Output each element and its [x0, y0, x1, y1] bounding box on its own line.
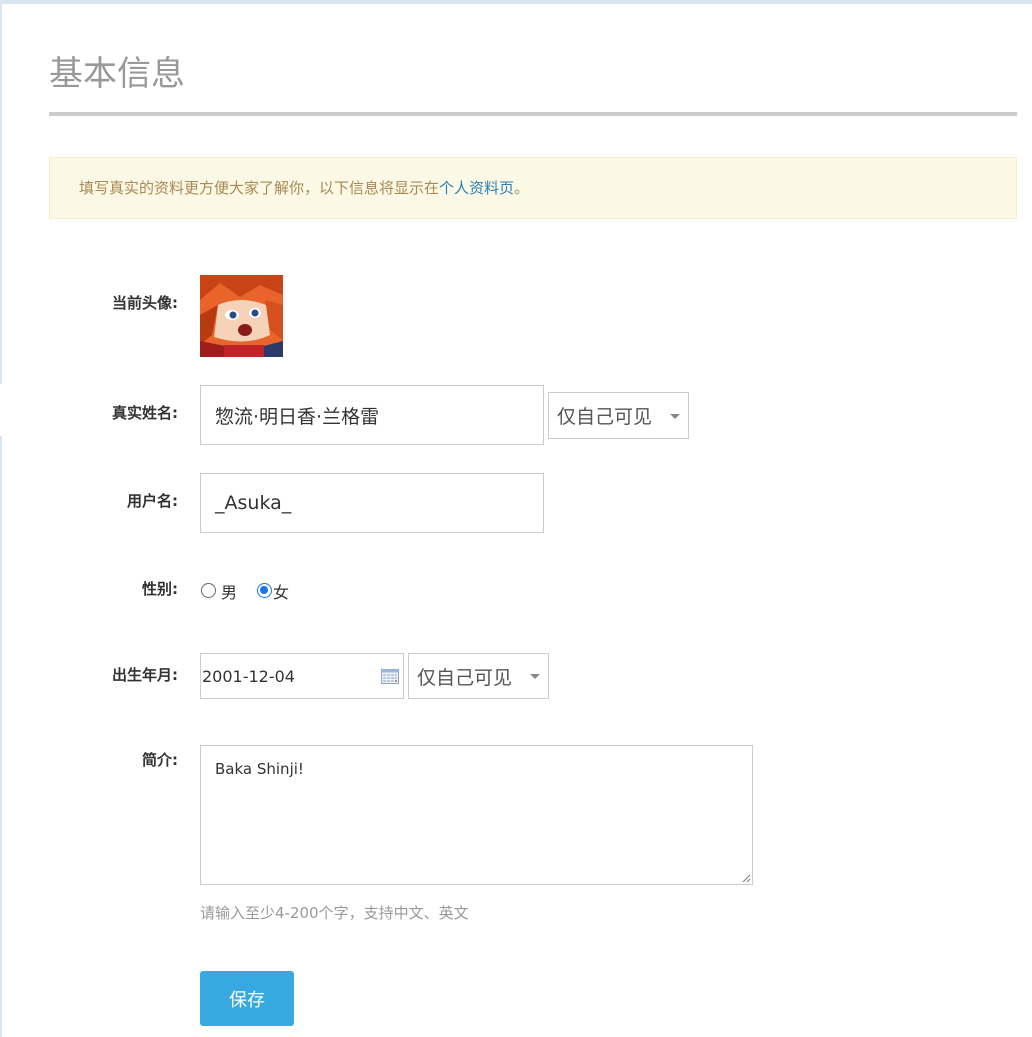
page-title: 基本信息	[49, 54, 185, 94]
birth-date-input[interactable]: 2001-12-04	[200, 653, 404, 699]
notice-banner: 填写真实的资料更方便大家了解你，以下信息将显示在个人资料页。	[49, 157, 1017, 219]
calendar-icon[interactable]	[381, 668, 399, 684]
gender-label: 性别:	[142, 580, 178, 598]
caret-down-icon	[530, 674, 540, 679]
notice-text: 填写真实的资料更方便大家了解你，以下信息将显示在	[79, 179, 440, 197]
realname-input[interactable]: 惣流·明日香·兰格雷	[200, 385, 544, 445]
resize-grip-icon[interactable]	[741, 873, 751, 883]
gender-radio-female[interactable]	[257, 583, 272, 598]
realname-label: 真实姓名:	[112, 404, 178, 422]
bio-label: 简介:	[142, 751, 178, 769]
birth-privacy-select[interactable]: 仅自己可见	[408, 653, 549, 699]
realname-privacy-select[interactable]: 仅自己可见	[548, 392, 689, 439]
avatar-image	[200, 275, 283, 357]
birth-date-value: 2001-12-04	[202, 666, 295, 686]
avatar-label: 当前头像:	[112, 294, 178, 312]
birth-privacy-value: 仅自己可见	[417, 666, 513, 689]
bio-value: Baka Shinji!	[215, 760, 304, 778]
gender-radio-male[interactable]	[201, 583, 216, 598]
bio-textarea[interactable]: Baka Shinji!	[200, 745, 753, 885]
save-button[interactable]: 保存	[200, 971, 294, 1026]
caret-down-icon	[670, 413, 680, 419]
avatar	[200, 275, 283, 357]
title-divider	[49, 112, 1017, 116]
notice-suffix: 。	[514, 179, 530, 197]
username-label: 用户名:	[127, 492, 178, 510]
realname-privacy-value: 仅自己可见	[557, 406, 653, 428]
gender-label-female: 女	[273, 583, 290, 602]
bio-hint: 请输入至少4-200个字，支持中文、英文	[200, 904, 469, 922]
username-value: _Asuka_	[215, 492, 292, 514]
realname-value: 惣流·明日香·兰格雷	[215, 405, 380, 428]
profile-page-link[interactable]: 个人资料页	[439, 179, 514, 197]
username-input[interactable]: _Asuka_	[200, 473, 544, 533]
birth-label: 出生年月:	[112, 666, 178, 684]
gender-label-male: 男	[221, 583, 238, 602]
